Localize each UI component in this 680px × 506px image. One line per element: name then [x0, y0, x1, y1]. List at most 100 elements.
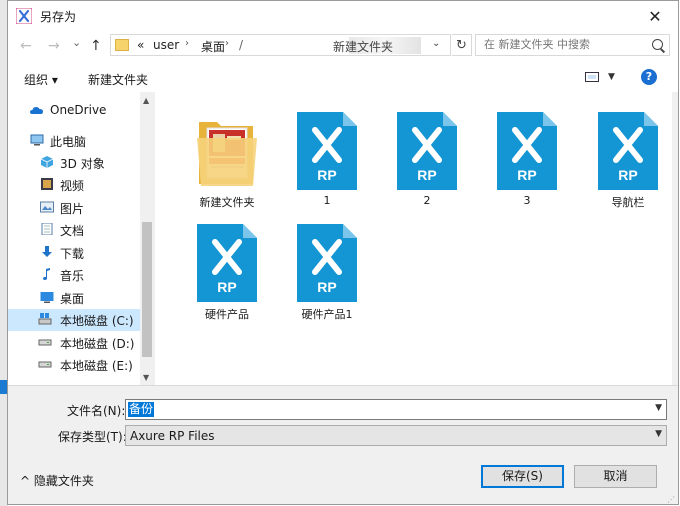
forward-button[interactable]: → [48, 38, 60, 54]
axure-rp-file-icon: RP [297, 112, 357, 190]
refresh-icon: ↻ [456, 37, 467, 53]
drive-d-icon [38, 339, 52, 346]
title-bar: 另存为 ✕ [8, 1, 678, 31]
this-pc-icon [30, 134, 44, 146]
file-item-rp[interactable]: RP 1 [277, 98, 377, 210]
scrollbar-thumb[interactable] [142, 222, 152, 357]
video-icon [41, 178, 53, 190]
sidebar-item-3d-objects[interactable]: 3D 对象 [8, 152, 140, 174]
file-name: 硬件产品 [205, 308, 249, 321]
sidebar-item-label: 本地磁盘 (C:) [60, 314, 134, 328]
file-item-rp[interactable]: RP 导航栏 [578, 98, 678, 210]
file-name: 2 [423, 194, 431, 207]
search-input[interactable] [482, 37, 646, 52]
sidebar-item-video[interactable]: 视频 [8, 174, 140, 196]
sidebar-item-downloads[interactable]: 下载 [8, 242, 140, 264]
sidebar-item-label: OneDrive [50, 103, 107, 117]
pictures-icon [40, 201, 54, 213]
sidebar-item-onedrive[interactable]: OneDrive [8, 100, 140, 122]
sidebar-item-label: 本地磁盘 (D:) [60, 337, 135, 351]
drive-c-icon [38, 313, 52, 325]
navigation-pane: OneDrive 此电脑 3D 对象 视频 图片 文档 下载 音乐 桌面 本地磁… [8, 92, 154, 385]
sidebar-item-music[interactable]: 音乐 [8, 264, 140, 286]
file-item-folder[interactable]: 新建文件夹 [177, 98, 277, 210]
recent-locations-dropdown[interactable]: ⌄ [72, 36, 81, 49]
file-name: 导航栏 [611, 196, 645, 209]
svg-text:RP: RP [317, 279, 336, 295]
chevron-down-icon[interactable]: ▼ [655, 429, 662, 439]
save-options-panel: 文件名(N): 备份 ▼ 保存类型(T): Axure RP Files ▼ ^… [8, 385, 678, 504]
close-button[interactable]: ✕ [632, 1, 678, 31]
axure-rp-file-icon: RP [598, 112, 658, 190]
breadcrumb-partial[interactable]: / [239, 38, 243, 52]
command-bar: 组织 ▾ 新建文件夹 ▼ ? [8, 61, 678, 92]
svg-text:RP: RP [217, 279, 236, 295]
help-icon[interactable]: ? [641, 69, 657, 85]
up-button[interactable]: ↑ [90, 38, 102, 54]
file-item-rp[interactable]: RP 3 [477, 98, 577, 210]
onedrive-icon [30, 107, 43, 114]
scroll-up-icon[interactable]: ▲ [143, 96, 149, 105]
organize-menu-button[interactable]: 组织 ▾ [24, 71, 58, 88]
refresh-button[interactable]: ↻ [452, 34, 472, 56]
documents-icon [41, 223, 53, 235]
file-name: 3 [523, 194, 531, 207]
file-item-rp[interactable]: RP 硬件产品 [177, 210, 277, 322]
svg-text:RP: RP [417, 167, 436, 183]
close-icon: ✕ [648, 6, 662, 26]
search-icon [652, 39, 663, 50]
search-box[interactable] [475, 34, 670, 56]
file-item-rp[interactable]: RP 2 [377, 98, 477, 210]
sidebar-item-pictures[interactable]: 图片 [8, 197, 140, 219]
filename-value[interactable]: 备份 [128, 402, 155, 417]
drive-e-icon [38, 361, 52, 368]
sidebar-item-label: 音乐 [60, 269, 85, 283]
sidebar-item-documents[interactable]: 文档 [8, 219, 140, 241]
sidebar-item-label: 图片 [60, 202, 85, 216]
3d-objects-icon [40, 156, 54, 168]
breadcrumb-current[interactable]: 新建文件夹 [333, 38, 393, 55]
sidebar-scrollbar[interactable]: ▲ ▼ [140, 92, 154, 385]
cancel-button[interactable]: 取消 [574, 465, 657, 488]
back-button[interactable]: ← [20, 38, 32, 54]
breadcrumb-desktop[interactable]: 桌面 [201, 38, 225, 55]
navigation-bar: ← → ⌄ ↑ « user › 桌面 › / 新建文件夹 ⌄ ↻ [8, 31, 678, 61]
sidebar-item-label: 本地磁盘 (E:) [60, 359, 133, 373]
new-folder-button[interactable]: 新建文件夹 [88, 71, 148, 88]
folder-icon [197, 122, 257, 186]
chevron-down-icon[interactable]: ⌄ [432, 38, 440, 49]
sidebar-item-label: 下载 [60, 247, 85, 261]
dialog-title: 另存为 [40, 10, 77, 24]
hide-folders-toggle[interactable]: ^ 隐藏文件夹 [20, 472, 94, 489]
file-name: 硬件产品1 [301, 308, 353, 321]
sidebar-item-label: 桌面 [60, 292, 85, 306]
downloads-icon [42, 246, 52, 257]
sidebar-item-label: 3D 对象 [60, 157, 105, 171]
scroll-down-icon[interactable]: ▼ [143, 373, 149, 382]
view-icon[interactable] [585, 72, 599, 82]
view-options-dropdown[interactable]: ▼ [608, 72, 615, 82]
filename-field[interactable]: 备份 ▼ [125, 399, 667, 420]
svg-text:RP: RP [618, 167, 637, 183]
sidebar-item-desktop[interactable]: 桌面 [8, 287, 140, 309]
address-bar[interactable]: « user › 桌面 › / 新建文件夹 ⌄ [110, 34, 451, 56]
chevron-down-icon[interactable]: ▼ [655, 403, 662, 413]
filetype-value: Axure RP Files [130, 429, 215, 443]
file-name: 1 [323, 194, 331, 207]
chevron-right-icon: › [225, 38, 229, 49]
svg-text:RP: RP [517, 167, 536, 183]
save-button[interactable]: 保存(S) [481, 465, 564, 488]
sidebar-item-drive-c[interactable]: 本地磁盘 (C:) [8, 309, 140, 331]
file-item-rp[interactable]: RP 硬件产品1 [277, 210, 377, 322]
sidebar-item-drive-d[interactable]: 本地磁盘 (D:) [8, 332, 140, 354]
resize-grip-icon[interactable]: ⋰ [667, 495, 675, 504]
sidebar-item-drive-e[interactable]: 本地磁盘 (E:) [8, 354, 140, 376]
sidebar-item-label: 文档 [60, 224, 85, 238]
svg-text:RP: RP [317, 167, 336, 183]
axure-app-icon [16, 8, 32, 24]
breadcrumb-overflow[interactable]: « [137, 38, 144, 52]
breadcrumb-user[interactable]: user [153, 38, 179, 52]
filename-label: 文件名(N): [67, 404, 126, 418]
filetype-select[interactable]: Axure RP Files ▼ [125, 425, 667, 446]
sidebar-item-this-pc[interactable]: 此电脑 [8, 130, 140, 152]
